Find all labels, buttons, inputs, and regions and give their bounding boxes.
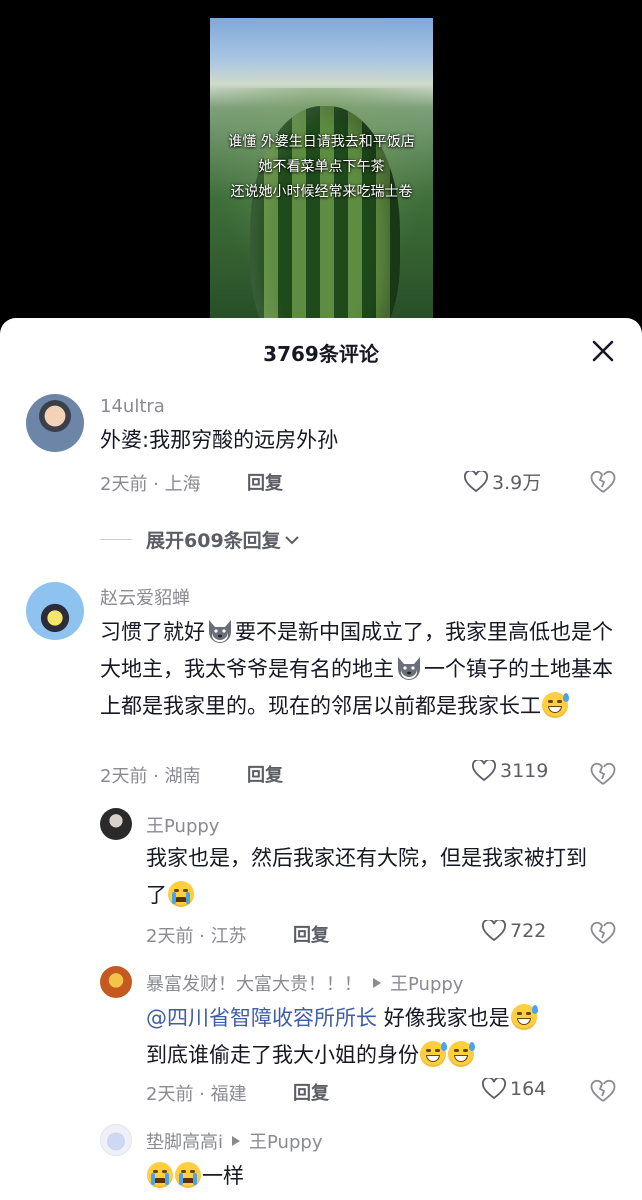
reply-button[interactable]: 回复 [247,761,283,787]
husky-emoji-icon [209,620,231,643]
like-button[interactable]: 3119 [472,760,548,782]
reply-time-location: 2天前 · 江苏 [146,926,247,947]
comment-time-location: 2天前 · 上海 [100,474,201,495]
comments-count-title: 3769条评论 [263,342,379,366]
heart-outline-icon [464,470,488,492]
like-count: 3.9万 [492,472,542,494]
reply-to-username[interactable]: 王Puppy [249,1128,322,1154]
divider-line [100,539,132,540]
reply-username[interactable]: 垫脚高高i [146,1128,223,1154]
comment-username[interactable]: 赵云爱貂蝉 [100,584,190,610]
expand-replies-button[interactable]: 展开609条回复 [100,526,301,553]
grin-sweat-emoji-icon [542,692,569,718]
triangle-right-icon [232,1136,241,1146]
grin-sweat-emoji-icon [510,1004,538,1030]
avatar[interactable] [100,1124,132,1156]
avatar[interactable] [100,966,132,998]
text-segment: 一样 [202,1164,244,1188]
heart-outline-icon [482,920,506,942]
husky-emoji-icon [398,657,420,680]
heart-outline-icon [482,1078,506,1100]
text-segment: 我家也是，然后我家还有大院，但是我家被打到了 [146,846,587,907]
comment-username[interactable]: 14ultra [100,396,165,417]
avatar[interactable] [26,582,84,640]
video-thumbnail[interactable]: 谁懂 外婆生日请我去和平饭店 她不看菜单点下午茶 还说她小时候经常来吃瑞士卷 [210,18,433,318]
reply-button[interactable]: 回复 [293,921,329,947]
text-segment: 习惯了就好 [100,620,205,644]
reply-username-row: 暴富发财！大富大贵！！！ 王Puppy [146,970,463,996]
like-button[interactable]: 3.9万 [464,468,541,495]
reply-text: 我家也是，然后我家还有大院，但是我家被打到了 [146,840,598,914]
like-count: 164 [510,1078,547,1100]
chevron-down-icon [284,535,299,544]
video-caption: 谁懂 外婆生日请我去和平饭店 她不看菜单点下午茶 还说她小时候经常来吃瑞士卷 [210,130,433,205]
like-count: 722 [510,920,547,942]
reply-to-username[interactable]: 王Puppy [390,970,463,996]
text-segment: 到底谁偷走了我大小姐的身份 [146,1043,419,1067]
like-count: 3119 [500,760,549,782]
comment-time-location: 2天前 · 湖南 [100,766,201,787]
broken-heart-icon[interactable] [590,762,616,786]
tears-emoji-icon [147,1162,173,1188]
reply-username[interactable]: 暴富发财！大富大贵！！！ [146,970,362,996]
heart-outline-icon [472,760,496,782]
reply-button[interactable]: 回复 [247,469,283,495]
close-button[interactable] [588,336,618,366]
like-button[interactable]: 164 [482,1078,546,1100]
avatar[interactable] [100,808,132,840]
reply-username[interactable]: 王Puppy [146,812,219,838]
close-icon [592,340,614,362]
caption-line: 谁懂 外婆生日请我去和平饭店 [228,134,415,150]
caption-line: 还说她小时候经常来吃瑞士卷 [230,184,413,200]
video-player[interactable]: 谁懂 外婆生日请我去和平饭店 她不看菜单点下午茶 还说她小时候经常来吃瑞士卷 [0,0,642,330]
reply-text: 一样 [146,1158,616,1195]
comment-text: 习惯了就好 要不是新中国成立了，我家里高低也是个大地主，我太爷爷是有名的地主 一个镇… [100,614,616,725]
reply-time-location: 2天前 · 福建 [146,1084,247,1105]
broken-heart-icon[interactable] [590,921,616,945]
broken-heart-icon[interactable] [590,470,616,494]
grin-sweat-emoji-icon [448,1041,475,1067]
broken-heart-icon[interactable] [590,1079,616,1103]
grin-sweat-emoji-icon [420,1041,447,1067]
like-button[interactable]: 722 [482,920,546,942]
reply-text: @四川省智障收容所所长 好像我家也是到底谁偷走了我大小姐的身份 [146,1000,616,1074]
mention-link[interactable]: @四川省智障收容所所长 [146,1006,377,1030]
tears-emoji-icon [168,881,194,907]
reply-username-row: 垫脚高高i 王Puppy [146,1128,322,1154]
caption-line: 她不看菜单点下午茶 [258,159,385,175]
text-segment: 好像我家也是 [383,1006,510,1030]
avatar[interactable] [26,394,84,452]
expand-label: 展开609条回复 [146,530,281,552]
comment-text: 外婆:我那穷酸的远房外孙 [100,428,339,452]
reply-button[interactable]: 回复 [293,1079,329,1105]
comments-sheet: 3769条评论 14ultra 外婆:我那穷酸的远房外孙 2天前 · 上海 回复… [0,318,642,1200]
triangle-right-icon [373,978,381,988]
tears-emoji-icon [175,1162,201,1188]
